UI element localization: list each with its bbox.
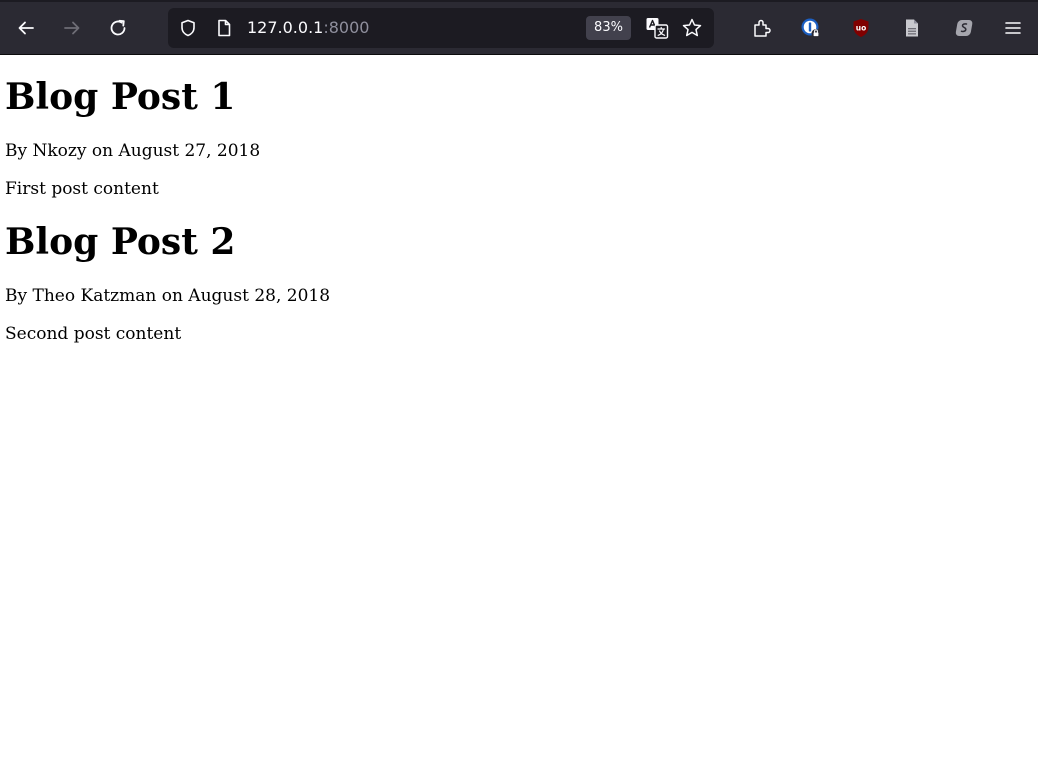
page-icon xyxy=(218,19,231,37)
reload-button[interactable] xyxy=(102,12,134,44)
url-host: 127.0.0.1 xyxy=(247,18,324,37)
url-port: :8000 xyxy=(323,18,370,37)
extensions-button[interactable] xyxy=(746,12,778,44)
post-body: First post content xyxy=(5,179,159,199)
tracking-protection-button[interactable] xyxy=(178,18,198,38)
document-icon xyxy=(906,19,918,37)
arrow-right-icon xyxy=(64,21,80,35)
document-extension-button[interactable] xyxy=(896,12,928,44)
translate-icon xyxy=(646,18,669,39)
post-title: Blog Post 2 xyxy=(5,221,236,263)
url-text[interactable]: 127.0.0.1:8000 xyxy=(247,18,369,38)
star-icon xyxy=(682,18,702,37)
puzzle-icon xyxy=(754,19,771,37)
back-button[interactable] xyxy=(10,12,42,44)
browser-toolbar: 127.0.0.1:8000 83% uo xyxy=(0,0,1038,55)
ublock-origin-icon: uo xyxy=(853,19,869,37)
page-info-button[interactable] xyxy=(214,18,234,38)
vpn-extension-button[interactable] xyxy=(948,12,980,44)
shield-icon xyxy=(181,19,195,37)
post-meta: By Theo Katzman on August 28, 2018 xyxy=(5,286,331,306)
reload-icon xyxy=(110,19,126,36)
vpn-icon xyxy=(955,20,973,36)
password-manager-button[interactable] xyxy=(795,12,827,44)
svg-text:uo: uo xyxy=(856,23,867,32)
forward-button[interactable] xyxy=(56,12,88,44)
post-title: Blog Post 1 xyxy=(5,76,236,118)
page-content: Blog Post 1 By Nkozy on August 27, 2018 … xyxy=(0,55,1038,771)
tab-strip-edge xyxy=(0,0,1038,2)
arrow-left-icon xyxy=(18,21,34,35)
password-manager-icon xyxy=(801,18,821,38)
ublock-origin-button[interactable]: uo xyxy=(845,12,877,44)
post-body: Second post content xyxy=(5,324,182,344)
post-meta: By Nkozy on August 27, 2018 xyxy=(5,141,261,161)
zoom-level-button[interactable]: 83% xyxy=(586,16,631,40)
translate-button[interactable] xyxy=(645,16,669,40)
hamburger-menu-icon xyxy=(1005,22,1021,34)
url-bar[interactable]: 127.0.0.1:8000 83% xyxy=(168,8,714,48)
bookmark-button[interactable] xyxy=(680,16,704,40)
app-menu-button[interactable] xyxy=(997,12,1029,44)
